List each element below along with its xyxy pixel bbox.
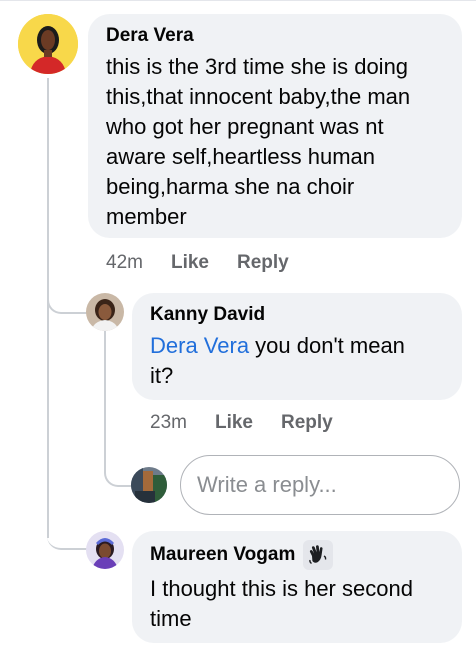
reply-button[interactable]: Reply	[281, 412, 333, 434]
comment-text-line: being,harma she na choir	[106, 174, 355, 199]
reply-timestamp[interactable]: 23m	[150, 412, 187, 434]
top-divider	[0, 0, 476, 1]
thread-connector-reply-1	[47, 298, 89, 314]
reply-text-line: Dera Vera you don't mean	[150, 331, 444, 361]
like-button[interactable]: Like	[171, 252, 209, 274]
reply-text-line: I thought this is her second	[150, 576, 413, 601]
reply-input[interactable]	[180, 455, 460, 515]
thread-connector-reply-2	[47, 532, 87, 550]
avatar-maureen-vogam[interactable]	[86, 531, 124, 569]
mention-link[interactable]: Dera Vera	[150, 333, 249, 358]
comment-actions-dera-vera: 42m Like Reply	[106, 252, 289, 274]
reply-author[interactable]: Maureen Vogam	[150, 544, 295, 566]
reply-author[interactable]: Kanny David	[150, 304, 444, 326]
reply-bubble-maureen-vogam: Maureen Vogam I thought this is her seco…	[132, 531, 462, 643]
avatar-dera-vera[interactable]	[18, 14, 78, 74]
reply-bubble-kanny-david: Kanny David Dera Vera you don't mean it?	[132, 293, 462, 400]
comment-text-line: who got her pregnant was nt	[106, 114, 384, 139]
thread-connector-reply-box	[104, 455, 132, 487]
like-button[interactable]: Like	[215, 412, 253, 434]
reply-button[interactable]: Reply	[237, 252, 289, 274]
comment-text-line: this is the 3rd time she is doing	[106, 54, 409, 79]
reply-text-line: time	[150, 606, 192, 631]
waving-hand-icon	[303, 540, 334, 570]
comment-bubble-dera-vera: Dera Vera this is the 3rd time she is do…	[88, 14, 462, 238]
avatar-kanny-david[interactable]	[86, 293, 124, 331]
reply-text-rest: you don't mean	[249, 333, 405, 358]
comment-text-line: aware self,heartless human	[106, 144, 376, 169]
reply-actions-kanny-david: 23m Like Reply	[150, 412, 333, 434]
comment-author[interactable]: Dera Vera	[106, 25, 444, 47]
thread-line-reply	[104, 330, 106, 470]
comment-text-line: member	[106, 204, 187, 229]
comment-timestamp[interactable]: 42m	[106, 252, 143, 274]
current-user-avatar	[131, 467, 167, 503]
reply-text-line: it?	[150, 363, 174, 388]
comment-text-line: this,that innocent baby,the man	[106, 84, 411, 109]
